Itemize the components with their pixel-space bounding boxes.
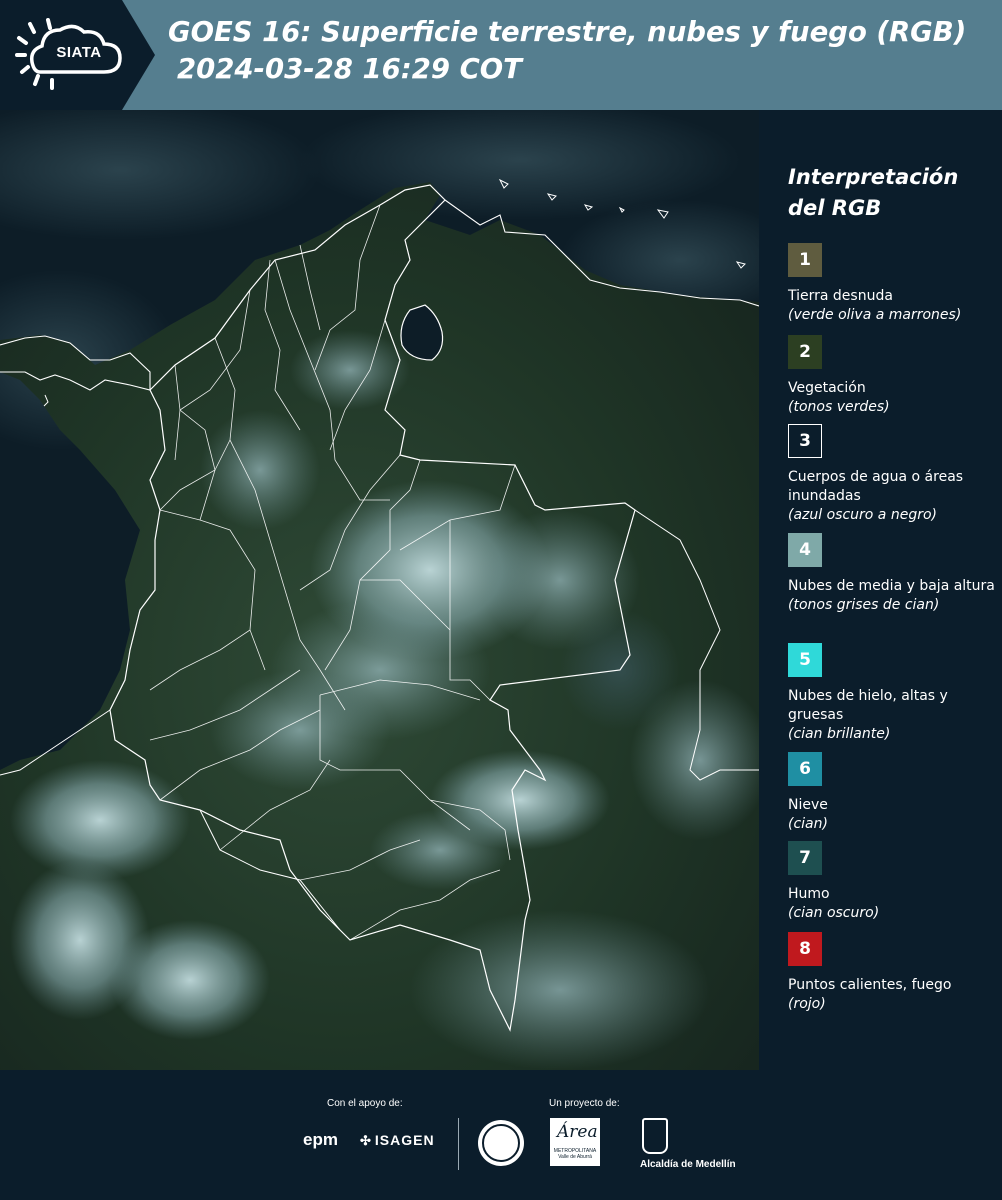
legend-item: 5 Nubes de hielo, altas y gruesas (cian … (788, 643, 998, 744)
legend-label: Cuerpos de agua o áreas inundadas (788, 469, 964, 504)
logo-wordmark: SIATA (56, 44, 102, 61)
university-seal-icon (478, 1120, 524, 1166)
page-title: GOES 16: Superficie terrestre, nubes y f… (168, 14, 998, 88)
title-timestamp: 2024-03-28 16:29 COT (177, 53, 522, 85)
isagen-mark-icon: ✣ (360, 1133, 372, 1148)
alcaldia-logo-text: Alcaldía de Medellín (640, 1159, 736, 1170)
legend-swatch: 3 (788, 424, 822, 458)
legend-item: 8 Puntos calientes, fuego (rojo) (788, 932, 998, 1014)
legend-item: 4 Nubes de media y baja altura (tonos gr… (788, 533, 998, 615)
legend-label: Nubes de media y baja altura (788, 578, 995, 594)
legend-label: Puntos calientes, fuego (788, 977, 952, 993)
legend-note: (verde oliva a marrones) (788, 307, 962, 323)
legend-label: Humo (788, 886, 830, 902)
legend-note: (tonos grises de cian) (788, 597, 940, 613)
legend-note: (cian) (788, 816, 828, 832)
legend-swatch: 8 (788, 932, 822, 966)
alcaldia-shield-icon (642, 1118, 668, 1154)
legend-swatch: 1 (788, 243, 822, 277)
epm-logo: epm (303, 1130, 338, 1149)
header-bar: SIATA GOES 16: Superficie terrestre, nub… (0, 0, 1002, 110)
rgb-legend: Interpretación del RGB 1 Tierra desnuda … (760, 110, 1002, 1070)
isagen-wordmark: ISAGEN (374, 1132, 435, 1148)
satellite-map (0, 110, 759, 1070)
legend-swatch: 7 (788, 841, 822, 875)
legend-item: 6 Nieve (cian) (788, 752, 998, 834)
legend-note: (azul oscuro a negro) (788, 507, 937, 523)
area-logo-word: Área (557, 1122, 598, 1142)
siata-logo: SIATA (0, 0, 160, 110)
support-caption: Con el apoyo de: (327, 1098, 403, 1109)
legend-title: Interpretación del RGB (788, 165, 959, 220)
legend-label: Nubes de hielo, altas y gruesas (788, 688, 948, 723)
footer: Con el apoyo de: Un proyecto de: epm ✣ IS… (0, 1070, 1002, 1200)
legend-item: 7 Humo (cian oscuro) (788, 841, 998, 923)
legend-swatch: 5 (788, 643, 822, 677)
project-caption: Un proyecto de: (549, 1098, 620, 1109)
legend-item: 1 Tierra desnuda (verde oliva a marrones… (788, 243, 998, 325)
legend-swatch: 4 (788, 533, 822, 567)
legend-label: Tierra desnuda (788, 288, 893, 304)
legend-item: 2 Vegetación (tonos verdes) (788, 335, 998, 417)
isagen-logo: ✣ ISAGEN (360, 1132, 435, 1149)
legend-swatch: 2 (788, 335, 822, 369)
legend-item: 3 Cuerpos de agua o áreas inundadas (azu… (788, 424, 998, 525)
legend-label: Nieve (788, 797, 828, 813)
legend-swatch: 6 (788, 752, 822, 786)
legend-label: Vegetación (788, 380, 866, 396)
seal-ring (482, 1124, 520, 1162)
area-logo-sub: METROPOLITANA Valle de Aburrá (553, 1148, 597, 1160)
legend-note: (cian oscuro) (788, 905, 880, 921)
legend-note: (cian brillante) (788, 726, 891, 742)
title-product: GOES 16: Superficie terrestre, nubes y f… (168, 16, 967, 48)
footer-divider (458, 1118, 459, 1170)
area-metropolitana-logo: Área METROPOLITANA Valle de Aburrá (550, 1118, 600, 1166)
legend-note: (tonos verdes) (788, 399, 890, 415)
satellite-image (0, 110, 759, 1070)
legend-note: (rojo) (788, 996, 826, 1012)
